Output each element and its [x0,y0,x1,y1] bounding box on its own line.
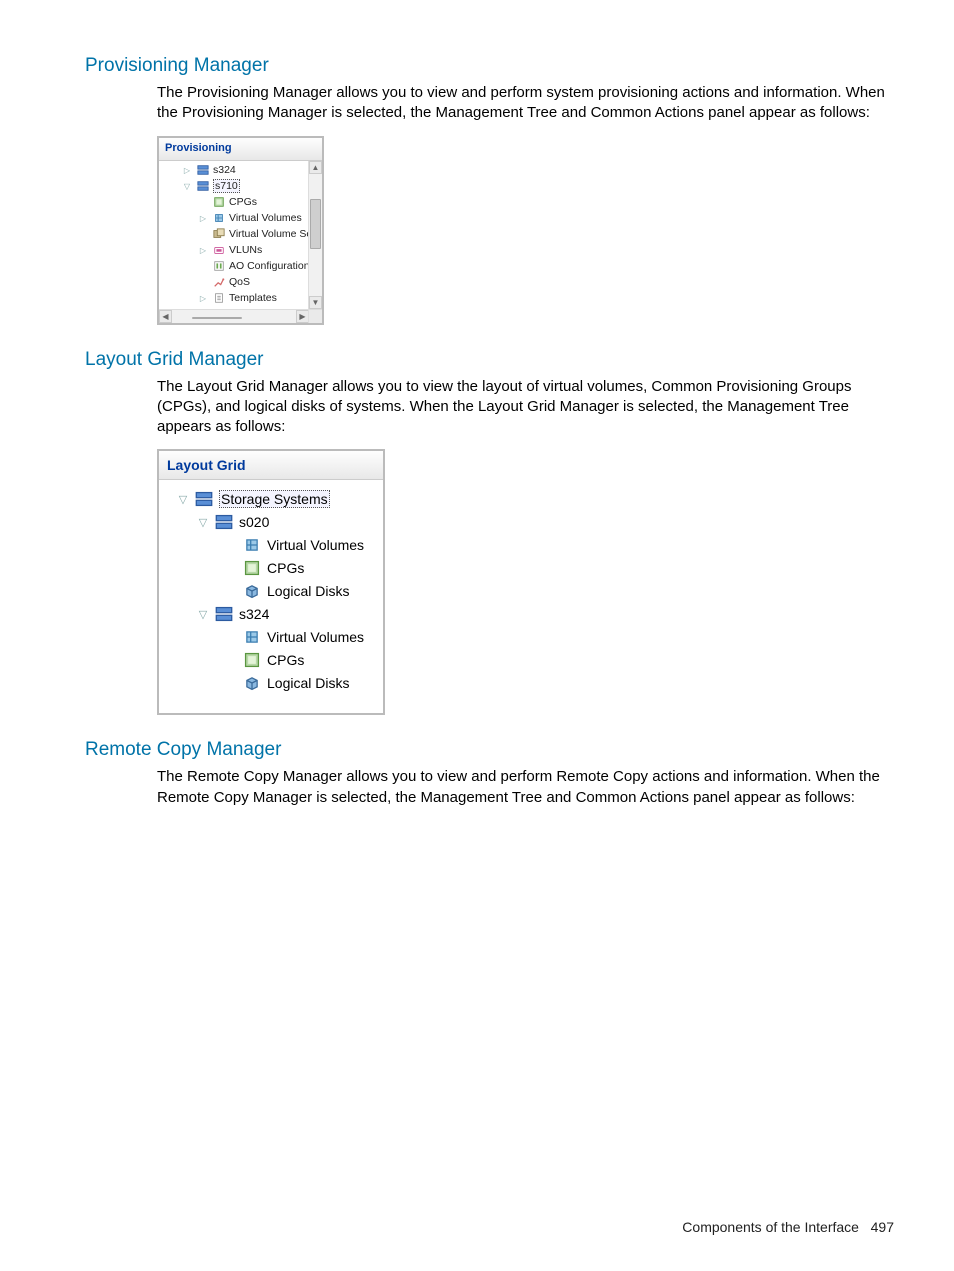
body-remote-copy-manager: The Remote Copy Manager allows you to vi… [157,767,899,808]
system-icon [214,605,234,623]
system-icon [194,490,214,508]
horizontal-scrollbar[interactable]: ◀ ▶ [159,309,309,323]
scroll-thumb[interactable] [310,199,321,249]
cpg-icon [212,196,226,208]
tree-item[interactable]: s324 [159,163,322,178]
collapse-icon[interactable] [195,606,211,622]
vertical-scrollbar[interactable]: ▲ ▼ [308,161,322,309]
tree-item-label: s324 [239,606,269,622]
system-icon [196,180,210,192]
tree-item-label: CPGs [267,560,304,576]
vv-icon [242,536,262,554]
body-provisioning-manager: The Provisioning Manager allows you to v… [157,83,899,124]
footer-text: Components of the Interface [682,1219,859,1235]
tree-item[interactable]: s020 [165,511,377,533]
tree-item-label: Logical Disks [267,583,349,599]
tree-body: s324 s710 CPGs Virtual Volumes Virtual Volum… [159,161,322,323]
tree-item[interactable]: CPGs [165,649,377,671]
tree-item[interactable]: Templates [159,291,322,306]
tree-item[interactable]: Virtual Volumes [165,534,377,556]
cpg-icon [242,651,262,669]
tree-item[interactable]: Virtual Volumes [159,211,322,226]
tree-item-label: CPGs [229,196,257,208]
vv-icon [212,212,226,224]
tree-item-label: Templates [229,292,277,304]
toggle-spacer [197,276,209,288]
qos-icon [212,276,226,288]
tree-item-label: Virtual Volumes [267,629,364,645]
toggle-spacer [197,196,209,208]
system-icon [214,513,234,531]
tree-item-label: Virtual Volumes [229,212,302,224]
scroll-down-icon[interactable]: ▼ [309,296,322,309]
tree-item[interactable]: Virtual Volume Sets [159,227,322,242]
tree-item[interactable]: s324 [165,603,377,625]
scroll-left-icon[interactable]: ◀ [159,310,172,323]
ld-icon [242,674,262,692]
tree-item-label: QoS [229,276,250,288]
provisioning-tree-panel: Provisioning s324 s710 CPGs Virtual Volumes… [157,136,324,325]
tree-item-label: Virtual Volumes [267,537,364,553]
tree-item[interactable]: CPGs [159,195,322,210]
tree-item-label: Storage Systems [219,490,330,508]
footer-page-number: 497 [871,1219,894,1235]
tree-item-label: VLUNs [229,244,262,256]
scroll-up-icon[interactable]: ▲ [309,161,322,174]
toggle-spacer [197,228,209,240]
collapse-icon[interactable] [195,514,211,530]
tree-item[interactable]: QoS [159,275,322,290]
heading-provisioning-manager: Provisioning Manager [85,55,899,77]
tree-item[interactable]: VLUNs [159,243,322,258]
tree-item-label: CPGs [267,652,304,668]
heading-remote-copy-manager: Remote Copy Manager [85,739,899,761]
page-footer: Components of the Interface 497 [682,1219,894,1235]
template-icon [212,292,226,304]
toggle-spacer [223,537,239,553]
body-layout-grid-manager: The Layout Grid Manager allows you to vi… [157,377,899,438]
hscroll-thumb[interactable] [192,317,242,319]
toggle-spacer [197,260,209,272]
expand-icon[interactable] [181,164,193,176]
tree-item-label: AO Configurations [229,260,315,272]
heading-layout-grid-manager: Layout Grid Manager [85,349,899,371]
cpg-icon [242,559,262,577]
layout-grid-tree-panel: Layout Grid Storage Systems s020 Virtual V… [157,449,385,715]
tree-item[interactable]: Virtual Volumes [165,626,377,648]
toggle-spacer [223,560,239,576]
vlun-icon [212,244,226,256]
tree-item[interactable]: Logical Disks [165,672,377,694]
tree-item-label: s020 [239,514,269,530]
tree-item-label: Logical Disks [267,675,349,691]
toggle-spacer [223,675,239,691]
panel-title-provisioning: Provisioning [159,138,322,161]
expand-icon[interactable] [197,212,209,224]
ld-icon [242,582,262,600]
tree-item[interactable]: CPGs [165,557,377,579]
vv-icon [242,628,262,646]
panel-title-layout-grid: Layout Grid [159,451,383,480]
toggle-spacer [223,652,239,668]
tree-item[interactable]: Logical Disks [165,580,377,602]
vvset-icon [212,228,226,240]
collapse-icon[interactable] [181,180,193,192]
tree-item[interactable]: AO Configurations [159,259,322,274]
system-icon [196,164,210,176]
expand-icon[interactable] [197,244,209,256]
toggle-spacer [223,583,239,599]
tree-item-label: Virtual Volume Sets [229,228,320,240]
collapse-icon[interactable] [175,491,191,507]
tree-item-label: s710 [213,179,240,193]
tree-item[interactable]: s710 [159,179,322,194]
ao-icon [212,260,226,272]
tree-body: Storage Systems s020 Virtual Volumes CPGs Lo… [159,480,383,713]
scroll-corner [308,309,322,323]
toggle-spacer [223,629,239,645]
tree-item-label: s324 [213,164,236,176]
expand-icon[interactable] [197,292,209,304]
tree-item[interactable]: Storage Systems [165,488,377,510]
